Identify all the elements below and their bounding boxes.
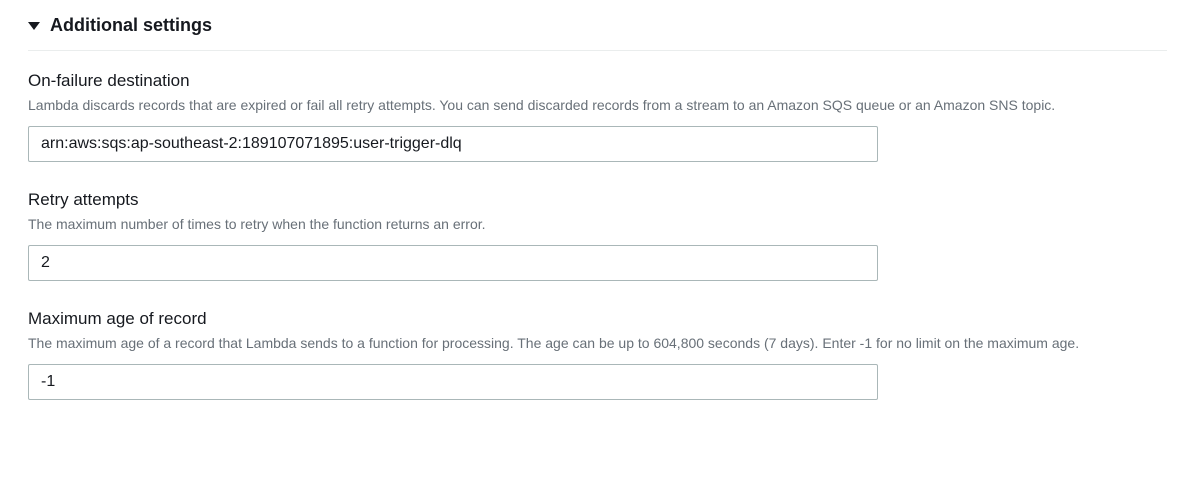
on-failure-destination-description: Lambda discards records that are expired…	[28, 95, 1167, 116]
on-failure-destination-label: On-failure destination	[28, 71, 1167, 91]
retry-attempts-input[interactable]	[28, 245, 878, 281]
retry-attempts-label: Retry attempts	[28, 190, 1167, 210]
on-failure-destination-input[interactable]	[28, 126, 878, 162]
retry-attempts-description: The maximum number of times to retry whe…	[28, 214, 1167, 235]
max-age-of-record-input[interactable]	[28, 364, 878, 400]
caret-down-icon	[28, 22, 40, 30]
max-age-of-record-group: Maximum age of record The maximum age of…	[28, 309, 1167, 400]
additional-settings-header[interactable]: Additional settings	[28, 15, 1167, 51]
retry-attempts-group: Retry attempts The maximum number of tim…	[28, 190, 1167, 281]
max-age-of-record-label: Maximum age of record	[28, 309, 1167, 329]
max-age-of-record-description: The maximum age of a record that Lambda …	[28, 333, 1167, 354]
on-failure-destination-group: On-failure destination Lambda discards r…	[28, 71, 1167, 162]
section-title: Additional settings	[50, 15, 212, 36]
